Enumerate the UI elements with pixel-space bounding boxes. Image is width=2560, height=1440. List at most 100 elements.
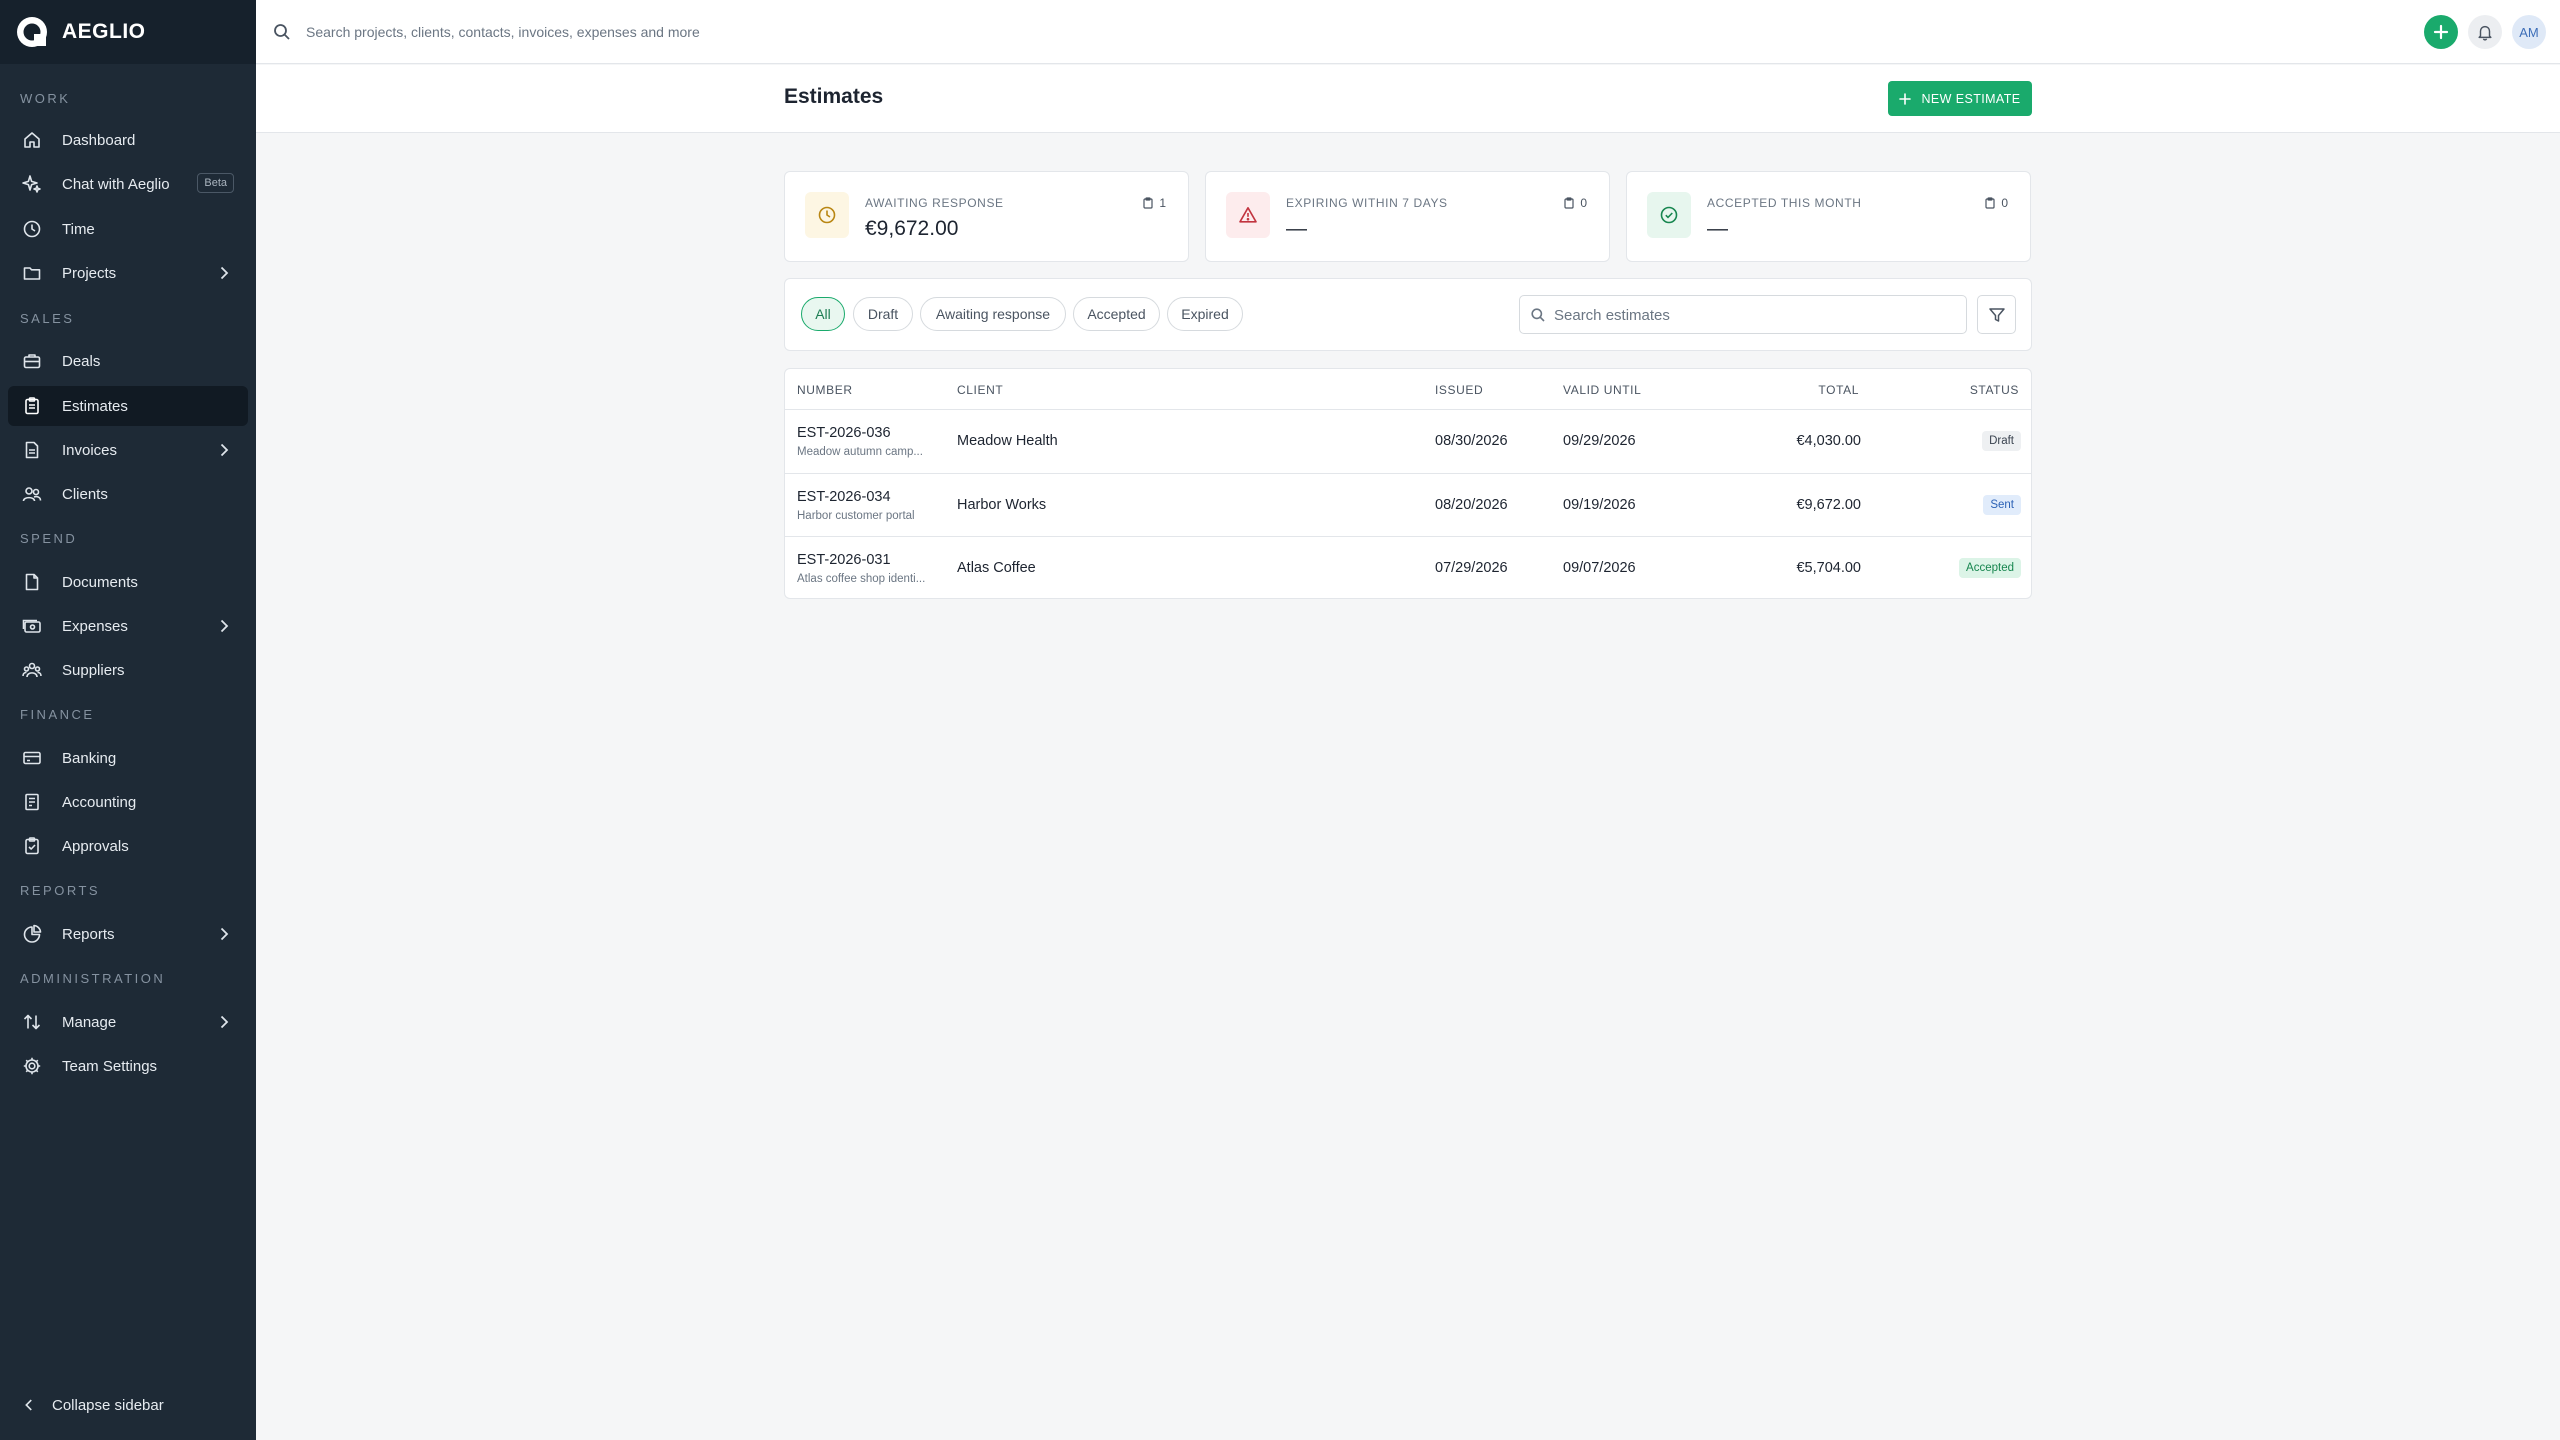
stat-count: 0 <box>1984 196 2008 210</box>
status-badge: Accepted <box>1959 558 2021 578</box>
estimate-issued: 08/20/2026 <box>1435 497 1508 513</box>
sidebar-item-accounting[interactable]: Accounting <box>8 782 248 822</box>
sidebar-item-manage[interactable]: Manage <box>8 1002 248 1042</box>
filter-chip-draft[interactable]: Draft <box>853 297 913 331</box>
section-sales: SALES <box>20 311 75 326</box>
sidebar-item-label: Invoices <box>62 441 118 459</box>
filter-chip-expired[interactable]: Expired <box>1167 297 1243 331</box>
section-administration: ADMINISTRATION <box>20 971 166 986</box>
sidebar-item-estimates[interactable]: Estimates <box>8 386 248 426</box>
estimate-number: EST-2026-034 <box>797 489 891 505</box>
new-estimate-button[interactable]: NEW ESTIMATE <box>1888 81 2032 116</box>
filter-icon <box>1988 307 2005 322</box>
section-work: WORK <box>20 91 71 106</box>
stat-label: AWAITING RESPONSE <box>865 196 1004 210</box>
collapse-sidebar-button[interactable]: Collapse sidebar <box>20 1396 164 1414</box>
team-icon <box>22 662 42 678</box>
status-badge: Sent <box>1983 495 2021 515</box>
estimate-issued: 07/29/2026 <box>1435 560 1508 576</box>
sidebar-item-reports[interactable]: Reports <box>8 914 248 954</box>
sidebar-item-label: Time <box>62 220 95 238</box>
column-header-status[interactable]: STATUS <box>1970 383 2019 397</box>
notifications-button[interactable] <box>2468 15 2502 49</box>
clock-icon <box>818 206 836 224</box>
sidebar-item-label: Dashboard <box>62 131 136 149</box>
table-row[interactable]: EST-2026-036 Meadow autumn camp... Meado… <box>785 410 2031 473</box>
sort-arrows-icon <box>23 1014 41 1030</box>
aeglio-logo-icon <box>17 17 47 47</box>
sidebar-item-label: Reports <box>62 925 115 943</box>
sidebar-item-label: Expenses <box>62 617 128 635</box>
gear-icon <box>23 1057 41 1075</box>
stat-label: EXPIRING WITHIN 7 DAYS <box>1286 196 1448 210</box>
global-search-input[interactable] <box>304 17 1204 47</box>
sidebar-item-suppliers[interactable]: Suppliers <box>8 650 248 690</box>
clock-icon <box>23 220 41 238</box>
topbar: AM <box>256 0 2560 64</box>
check-circle-icon <box>1660 206 1678 224</box>
estimate-issued: 08/30/2026 <box>1435 433 1508 449</box>
quick-add-button[interactable] <box>2424 15 2458 49</box>
sidebar-item-approvals[interactable]: Approvals <box>8 826 248 866</box>
ledger-icon <box>25 793 39 811</box>
stat-value: — <box>1707 217 1728 240</box>
section-finance: FINANCE <box>20 707 95 722</box>
folder-icon <box>23 267 41 280</box>
credit-card-icon <box>23 751 41 765</box>
sidebar-item-time[interactable]: Time <box>8 209 248 249</box>
filter-chip-awaiting-response[interactable]: Awaiting response <box>920 297 1066 331</box>
clipboard-icon <box>1985 197 1995 209</box>
sidebar-item-chat[interactable]: Chat with Aeglio Beta <box>8 164 248 204</box>
section-reports: REPORTS <box>20 883 101 898</box>
stat-count: 0 <box>1563 196 1587 210</box>
plus-icon <box>1899 92 1912 105</box>
page-header: Estimates NEW ESTIMATE <box>256 65 2560 133</box>
chevron-right-icon <box>220 619 229 633</box>
column-header-issued[interactable]: ISSUED <box>1435 383 1483 397</box>
sidebar-item-deals[interactable]: Deals <box>8 341 248 381</box>
table-row[interactable]: EST-2026-034 Harbor customer portal Harb… <box>785 473 2031 536</box>
filter-button[interactable] <box>1977 295 2016 334</box>
sidebar-item-expenses[interactable]: Expenses <box>8 606 248 646</box>
clipboard-icon <box>1143 197 1153 209</box>
estimates-search-input[interactable] <box>1552 302 1952 328</box>
users-icon <box>22 487 42 502</box>
sparkle-icon <box>22 175 41 193</box>
estimates-table: NUMBER CLIENT ISSUED VALID UNTIL TOTAL S… <box>784 368 2032 599</box>
estimate-number: EST-2026-031 <box>797 552 891 568</box>
estimate-description: Meadow autumn camp... <box>797 446 923 458</box>
estimate-client: Meadow Health <box>957 433 1058 449</box>
table-row[interactable]: EST-2026-031 Atlas coffee shop identi...… <box>785 536 2031 598</box>
logo-bar: AEGLIO <box>0 0 256 64</box>
sidebar-item-invoices[interactable]: Invoices <box>8 430 248 470</box>
briefcase-icon <box>23 354 41 369</box>
plus-icon <box>2433 24 2449 40</box>
stat-card-awaiting-response[interactable]: AWAITING RESPONSE €9,672.00 1 <box>784 171 1189 262</box>
sidebar-item-label: Documents <box>62 573 138 591</box>
beta-badge: Beta <box>197 173 234 193</box>
avatar[interactable]: AM <box>2512 15 2546 49</box>
sidebar-item-projects[interactable]: Projects <box>8 253 248 293</box>
chevron-right-icon <box>220 443 229 457</box>
chevron-right-icon <box>220 927 229 941</box>
sidebar-item-team-settings[interactable]: Team Settings <box>8 1046 248 1086</box>
filter-bar: All Draft Awaiting response Accepted Exp… <box>784 278 2032 351</box>
clipboard-icon <box>1564 197 1574 209</box>
home-icon <box>24 132 40 148</box>
sidebar-item-banking[interactable]: Banking <box>8 738 248 778</box>
status-badge: Draft <box>1982 431 2021 451</box>
filter-chip-all[interactable]: All <box>801 297 845 331</box>
filter-chip-accepted[interactable]: Accepted <box>1073 297 1160 331</box>
stat-card-expiring[interactable]: EXPIRING WITHIN 7 DAYS — 0 <box>1205 171 1610 262</box>
stat-icon-box <box>1647 192 1691 238</box>
column-header-client[interactable]: CLIENT <box>957 383 1003 397</box>
column-header-total[interactable]: TOTAL <box>1818 383 1859 397</box>
stat-card-accepted[interactable]: ACCEPTED THIS MONTH — 0 <box>1626 171 2031 262</box>
sidebar-item-dashboard[interactable]: Dashboard <box>8 120 248 160</box>
sidebar-item-clients[interactable]: Clients <box>8 474 248 514</box>
column-header-valid-until[interactable]: VALID UNTIL <box>1563 383 1641 397</box>
estimates-search <box>1519 295 1967 334</box>
stat-count: 1 <box>1142 196 1166 210</box>
sidebar-item-documents[interactable]: Documents <box>8 562 248 602</box>
column-header-number[interactable]: NUMBER <box>797 383 853 397</box>
